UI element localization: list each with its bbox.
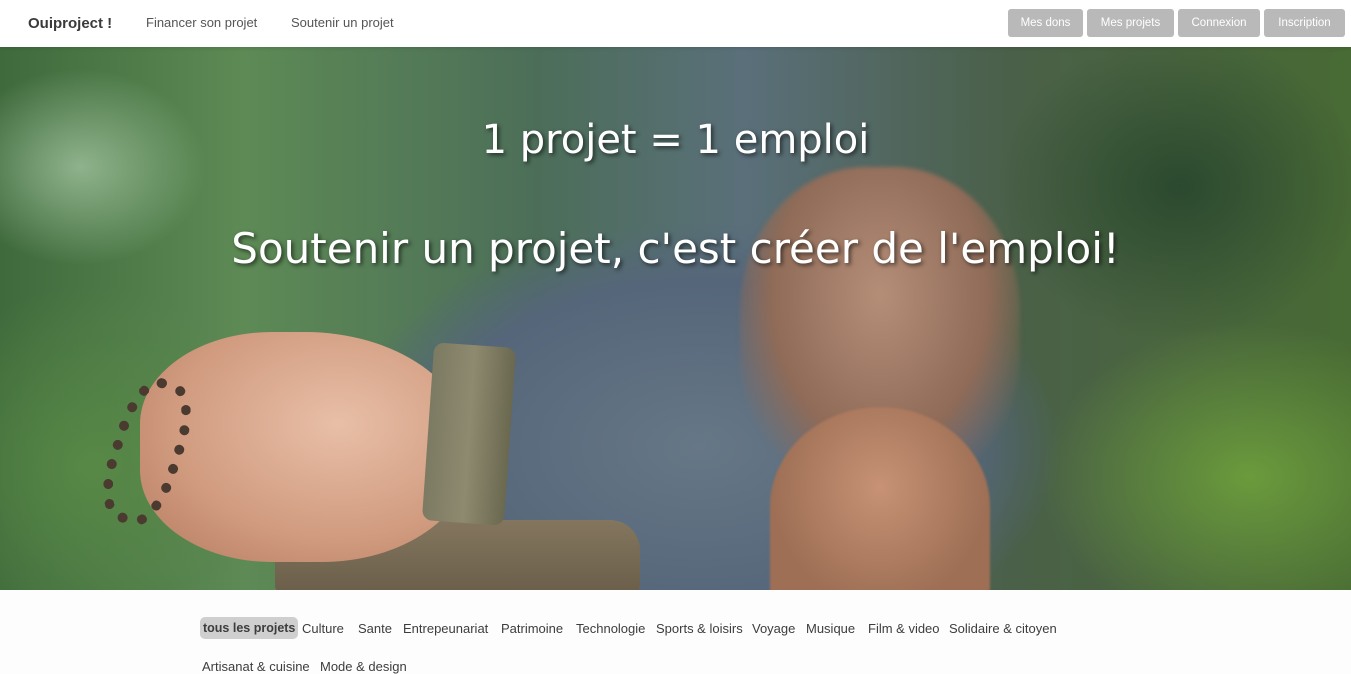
nav-link-soutenir[interactable]: Soutenir un projet (291, 15, 394, 30)
hero-photo-hand (140, 332, 470, 562)
hero-headline: 1 projet = 1 emploi (481, 117, 870, 163)
top-navbar: Ouiproject ! Financer son projet Souteni… (0, 0, 1351, 47)
category-artisanat-cuisine[interactable]: Artisanat & cuisine (202, 659, 310, 674)
category-musique[interactable]: Musique (806, 621, 855, 636)
nav-link-financer[interactable]: Financer son projet (146, 15, 257, 30)
mes-dons-button[interactable]: Mes dons (1008, 9, 1083, 37)
hero-photo-rock-stack (421, 342, 517, 526)
category-sante[interactable]: Sante (358, 621, 392, 636)
category-technologie[interactable]: Technologie (576, 621, 645, 636)
category-sports-loisirs[interactable]: Sports & loisirs (656, 621, 743, 636)
mes-projets-button[interactable]: Mes projets (1087, 9, 1174, 37)
category-patrimoine[interactable]: Patrimoine (501, 621, 563, 636)
category-tous-les-projets[interactable]: tous les projets (200, 617, 299, 639)
category-voyage[interactable]: Voyage (752, 621, 795, 636)
hero-banner: 1 projet = 1 emploi Soutenir un projet, … (0, 47, 1351, 590)
category-entrepeunariat[interactable]: Entrepeunariat (403, 621, 488, 636)
category-mode-design[interactable]: Mode & design (320, 659, 407, 674)
category-solidaire-citoyen[interactable]: Solidaire & citoyen (949, 621, 1057, 636)
inscription-button[interactable]: Inscription (1264, 9, 1345, 37)
brand-logo-link[interactable]: Ouiproject ! (28, 15, 112, 32)
category-film-video[interactable]: Film & video (868, 621, 940, 636)
hero-subheadline: Soutenir un projet, c'est créer de l'emp… (231, 224, 1120, 273)
connexion-button[interactable]: Connexion (1178, 9, 1260, 37)
category-culture[interactable]: Culture (302, 621, 344, 636)
